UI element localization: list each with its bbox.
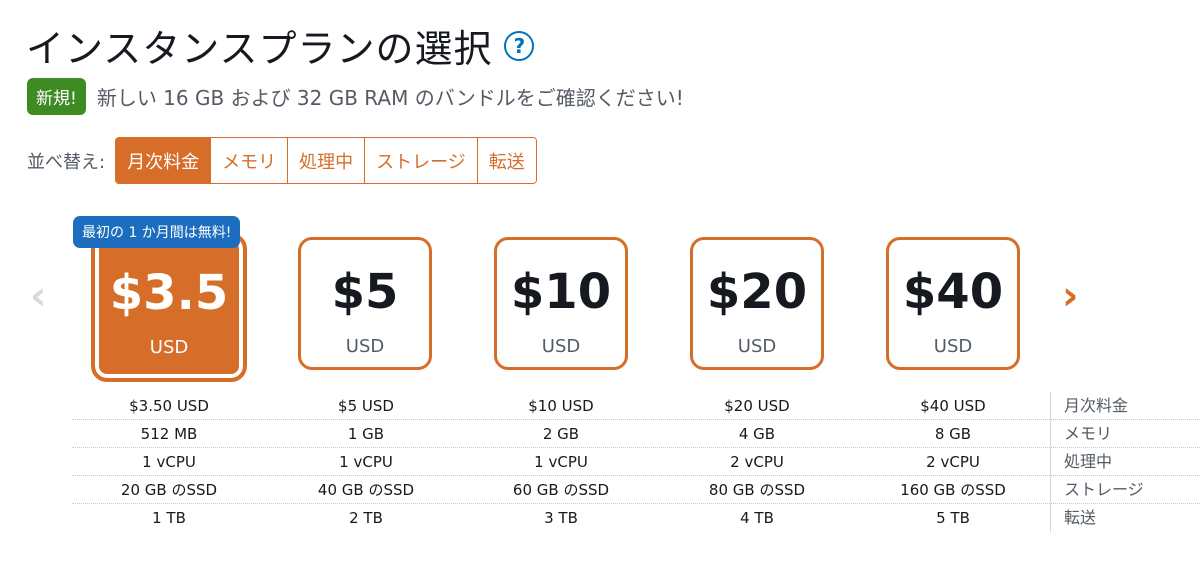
free-first-month-badge: 最初の 1 か月間は無料! [73,216,241,248]
plan-currency: USD [933,336,973,357]
plan-currency: USD [149,337,189,358]
sort-memory-button[interactable]: メモリ [210,138,288,183]
plan-currency: USD [737,336,777,357]
spec-cell: 60 GB のSSD [512,481,610,499]
spec-cell: 2 vCPU [926,453,980,471]
spec-label: ストレージ [1050,476,1144,504]
spec-cell: 5 TB [936,509,970,527]
help-icon[interactable]: ? [504,30,535,61]
plan-card-20[interactable]: $20 USD [690,237,824,370]
spec-row-processing: 1 vCPU 1 vCPU 1 vCPU 2 vCPU 2 vCPU 処理中 [72,448,1200,476]
spec-cell: 8 GB [934,425,972,443]
plan-specs-table: $3.50 USD $5 USD $10 USD $20 USD $40 USD… [72,392,1200,532]
sort-button-group: 月次料金 メモリ 処理中 ストレージ 転送 [115,137,537,184]
spec-cell: 160 GB のSSD [900,481,1006,499]
spec-cell: 2 vCPU [730,453,784,471]
plan-currency: USD [541,336,581,357]
spec-label: メモリ [1050,420,1112,448]
plan-card-40[interactable]: $40 USD [886,237,1020,370]
spec-cell: $20 USD [724,397,790,415]
new-badge: 新規! [27,78,86,115]
sort-storage-button[interactable]: ストレージ [364,138,477,183]
plan-currency: USD [345,336,385,357]
spec-cell: $3.50 USD [129,397,209,415]
spec-label: 処理中 [1050,448,1112,476]
spec-cell: 1 vCPU [339,453,393,471]
spec-cell: 2 TB [349,509,383,527]
plan-card-5[interactable]: $5 USD [298,237,432,370]
title-row: インスタンスプランの選択 ? [26,18,535,73]
spec-label: 転送 [1050,504,1096,532]
spec-cell: 80 GB のSSD [708,481,806,499]
plan-price: $3.5 [109,265,229,321]
plan-price: $40 [902,264,1004,320]
sort-label: 並べ替え: [27,151,106,173]
chevron-left-icon[interactable]: ‹ [30,276,46,316]
spec-cell: 1 vCPU [142,453,196,471]
spec-row-memory: 512 MB 1 GB 2 GB 4 GB 8 GB メモリ [72,420,1200,448]
spec-cell: $5 USD [338,397,394,415]
sort-processing-button[interactable]: 処理中 [287,138,365,183]
spec-label: 月次料金 [1050,392,1128,420]
plan-card-3-5[interactable]: $3.5 USD [91,233,247,382]
plan-card-10[interactable]: $10 USD [494,237,628,370]
spec-cell: 1 TB [152,509,186,527]
chevron-right-icon[interactable]: › [1062,276,1078,316]
spec-cell: 512 MB [140,425,198,443]
notice-text: 新しい 16 GB および 32 GB RAM のバンドルをご確認ください! [96,86,684,110]
spec-cell: 1 GB [347,425,385,443]
spec-cell: $10 USD [528,397,594,415]
plan-price: $10 [510,264,612,320]
spec-cell: 4 TB [740,509,774,527]
spec-cell: $40 USD [920,397,986,415]
spec-cell: 1 vCPU [534,453,588,471]
sort-monthly-price-button[interactable]: 月次料金 [116,138,211,183]
spec-row-storage: 20 GB のSSD 40 GB のSSD 60 GB のSSD 80 GB の… [72,476,1200,504]
spec-cell: 40 GB のSSD [317,481,415,499]
spec-row-monthly-price: $3.50 USD $5 USD $10 USD $20 USD $40 USD… [72,392,1200,420]
spec-cell: 4 GB [738,425,776,443]
spec-cell: 20 GB のSSD [120,481,218,499]
sort-row: 並べ替え: 月次料金 メモリ 処理中 ストレージ 転送 [27,137,537,184]
page-title: インスタンスプランの選択 [26,27,493,71]
spec-cell: 3 TB [544,509,578,527]
spec-cell: 2 GB [542,425,580,443]
plan-price: $20 [706,264,808,320]
sort-transfer-button[interactable]: 転送 [476,138,536,183]
spec-row-transfer: 1 TB 2 TB 3 TB 4 TB 5 TB 転送 [72,504,1200,532]
plan-price: $5 [331,264,399,320]
notice-row: 新規! 新しい 16 GB および 32 GB RAM のバンドルをご確認くださ… [27,78,684,115]
